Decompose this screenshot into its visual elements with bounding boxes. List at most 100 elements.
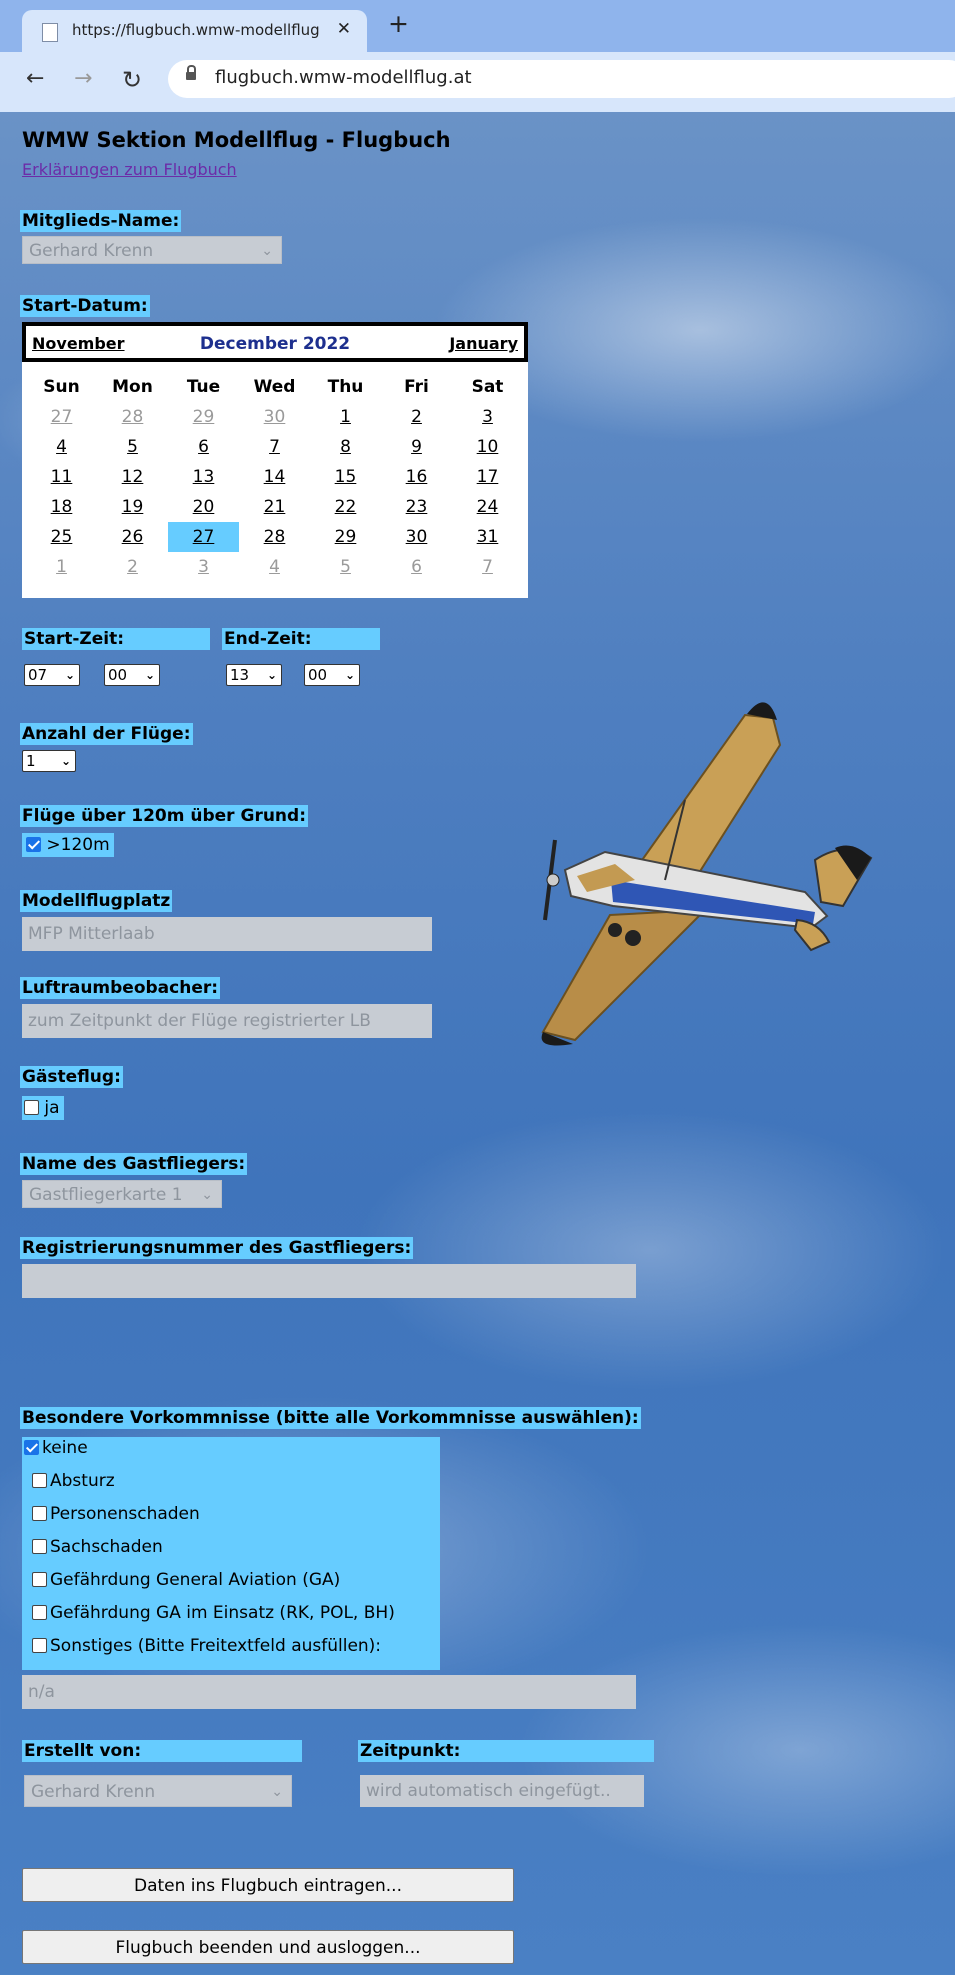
incident-checkbox[interactable]	[32, 1506, 47, 1521]
calendar-day[interactable]: 29	[310, 522, 381, 552]
calendar-day[interactable]: 22	[310, 492, 381, 522]
calendar-day[interactable]: 2	[97, 552, 168, 582]
incident-option[interactable]: Gefährdung General Aviation (GA)	[32, 1570, 340, 1590]
incident-label: keine	[42, 1438, 88, 1458]
calendar-day[interactable]: 30	[381, 522, 452, 552]
calendar-day[interactable]: 13	[168, 462, 239, 492]
guest-name-select[interactable]: Gastfliegerkarte 1 ⌄	[22, 1180, 222, 1208]
calendar-day[interactable]: 27	[168, 522, 239, 552]
calendar-day[interactable]: 23	[381, 492, 452, 522]
incident-checkbox[interactable]	[32, 1572, 47, 1587]
calendar-day[interactable]: 26	[97, 522, 168, 552]
calendar-day[interactable]: 4	[26, 432, 97, 462]
incident-option[interactable]: keine	[24, 1438, 92, 1458]
incident-checkbox[interactable]	[32, 1638, 47, 1653]
above-120m-option[interactable]: >120m	[22, 833, 114, 857]
calendar-day[interactable]: 10	[452, 432, 523, 462]
start-minute-select[interactable]: 00 ⌄	[104, 664, 160, 686]
calendar-day[interactable]: 29	[168, 402, 239, 432]
chevron-down-icon: ⌄	[201, 1187, 213, 1203]
guest-flight-label: Gästeflug:	[20, 1066, 123, 1088]
calendar-day[interactable]: 6	[168, 432, 239, 462]
end-minute-value: 00	[308, 666, 328, 684]
calendar-day[interactable]: 28	[239, 522, 310, 552]
observer-field[interactable]: zum Zeitpunkt der Flüge registrierter LB	[22, 1004, 432, 1038]
calendar-day[interactable]: 1	[26, 552, 97, 582]
calendar-day[interactable]: 16	[381, 462, 452, 492]
close-tab-icon[interactable]: ✕	[337, 19, 351, 39]
timestamp-field[interactable]: wird automatisch eingefügt..	[360, 1775, 644, 1807]
calendar-day[interactable]: 2	[381, 402, 452, 432]
logout-button[interactable]: Flugbuch beenden und ausloggen...	[22, 1930, 514, 1964]
calendar-day[interactable]: 9	[381, 432, 452, 462]
calendar-day[interactable]: 6	[381, 552, 452, 582]
calendar-day[interactable]: 31	[452, 522, 523, 552]
calendar-day[interactable]: 7	[239, 432, 310, 462]
calendar-day[interactable]: 25	[26, 522, 97, 552]
next-month-link[interactable]: January	[449, 334, 518, 353]
incident-checkbox[interactable]	[32, 1605, 47, 1620]
calendar-day[interactable]: 24	[452, 492, 523, 522]
airfield-field[interactable]: MFP Mitterlaab	[22, 917, 432, 951]
calendar-day[interactable]: 3	[452, 402, 523, 432]
incidents-freetext-field[interactable]: n/a	[22, 1675, 636, 1709]
calendar-day[interactable]: 18	[26, 492, 97, 522]
calendar-day[interactable]: 27	[26, 402, 97, 432]
calendar-day[interactable]: 7	[452, 552, 523, 582]
calendar-day[interactable]: 8	[310, 432, 381, 462]
calendar-week-row: 25 26 27 28 29 30 31	[26, 522, 524, 552]
incident-option[interactable]: Gefährdung GA im Einsatz (RK, POL, BH)	[32, 1603, 395, 1623]
calendar-day[interactable]: 1	[310, 402, 381, 432]
submit-button[interactable]: Daten ins Flugbuch eintragen...	[22, 1868, 514, 1902]
calendar-day[interactable]: 28	[97, 402, 168, 432]
chevron-down-icon: ⌄	[60, 754, 71, 768]
calendar-day[interactable]: 5	[97, 432, 168, 462]
back-arrow-icon[interactable]: ←	[26, 66, 44, 91]
calendar-day[interactable]: 5	[310, 552, 381, 582]
guest-flight-checkbox[interactable]	[24, 1100, 39, 1115]
guest-flight-option[interactable]: ja	[22, 1096, 64, 1120]
calendar-day[interactable]: 12	[97, 462, 168, 492]
created-by-select[interactable]: Gerhard Krenn ⌄	[24, 1775, 292, 1807]
end-minute-select[interactable]: 00 ⌄	[304, 664, 360, 686]
incident-option[interactable]: Sachschaden	[32, 1537, 163, 1557]
calendar-day[interactable]: 19	[97, 492, 168, 522]
calendar-day[interactable]: 15	[310, 462, 381, 492]
guest-registration-field[interactable]	[22, 1264, 636, 1298]
incident-checkbox[interactable]	[32, 1473, 47, 1488]
incident-option[interactable]: Personenschaden	[32, 1504, 200, 1524]
member-label: Mitglieds-Name:	[20, 210, 182, 232]
incident-checkbox[interactable]	[32, 1539, 47, 1554]
above-120m-checkbox[interactable]	[26, 837, 41, 852]
member-select[interactable]: Gerhard Krenn ⌄	[22, 236, 282, 264]
end-hour-value: 13	[230, 666, 250, 684]
calendar-day[interactable]: 11	[26, 462, 97, 492]
url-text[interactable]: flugbuch.wmw-modellflug.at	[215, 67, 472, 88]
incident-option[interactable]: Absturz	[32, 1471, 115, 1491]
calendar-day[interactable]: 20	[168, 492, 239, 522]
forward-arrow-icon[interactable]: →	[74, 66, 92, 91]
start-hour-select[interactable]: 07 ⌄	[24, 664, 80, 686]
created-by-label: Erstellt von:	[22, 1740, 302, 1762]
calendar-day[interactable]: 4	[239, 552, 310, 582]
calendar-day[interactable]: 21	[239, 492, 310, 522]
new-tab-button[interactable]: +	[388, 11, 409, 36]
calendar-day[interactable]: 17	[452, 462, 523, 492]
incident-checkbox[interactable]	[24, 1440, 39, 1455]
observer-label: Luftraumbeobacher:	[20, 977, 221, 999]
calendar-day[interactable]: 3	[168, 552, 239, 582]
end-hour-select[interactable]: 13 ⌄	[226, 664, 282, 686]
chevron-down-icon: ⌄	[266, 668, 277, 682]
browser-tab[interactable]: https://flugbuch.wmw-modellflug ✕	[22, 10, 367, 52]
calendar-day[interactable]: 30	[239, 402, 310, 432]
prev-month-link[interactable]: November	[32, 334, 125, 353]
calendar-weekday: Wed	[253, 377, 296, 397]
calendar-day[interactable]: 14	[239, 462, 310, 492]
incident-label: Gefährdung General Aviation (GA)	[50, 1570, 341, 1590]
flights-count-select[interactable]: 1 ⌄	[22, 750, 76, 772]
reload-icon[interactable]: ↻	[122, 66, 142, 94]
incident-option[interactable]: Sonstiges (Bitte Freitextfeld ausfüllen)…	[32, 1636, 381, 1656]
lock-icon[interactable]	[186, 65, 196, 80]
help-link[interactable]: Erklärungen zum Flugbuch	[22, 160, 237, 179]
incident-label: Gefährdung GA im Einsatz (RK, POL, BH)	[50, 1603, 395, 1623]
